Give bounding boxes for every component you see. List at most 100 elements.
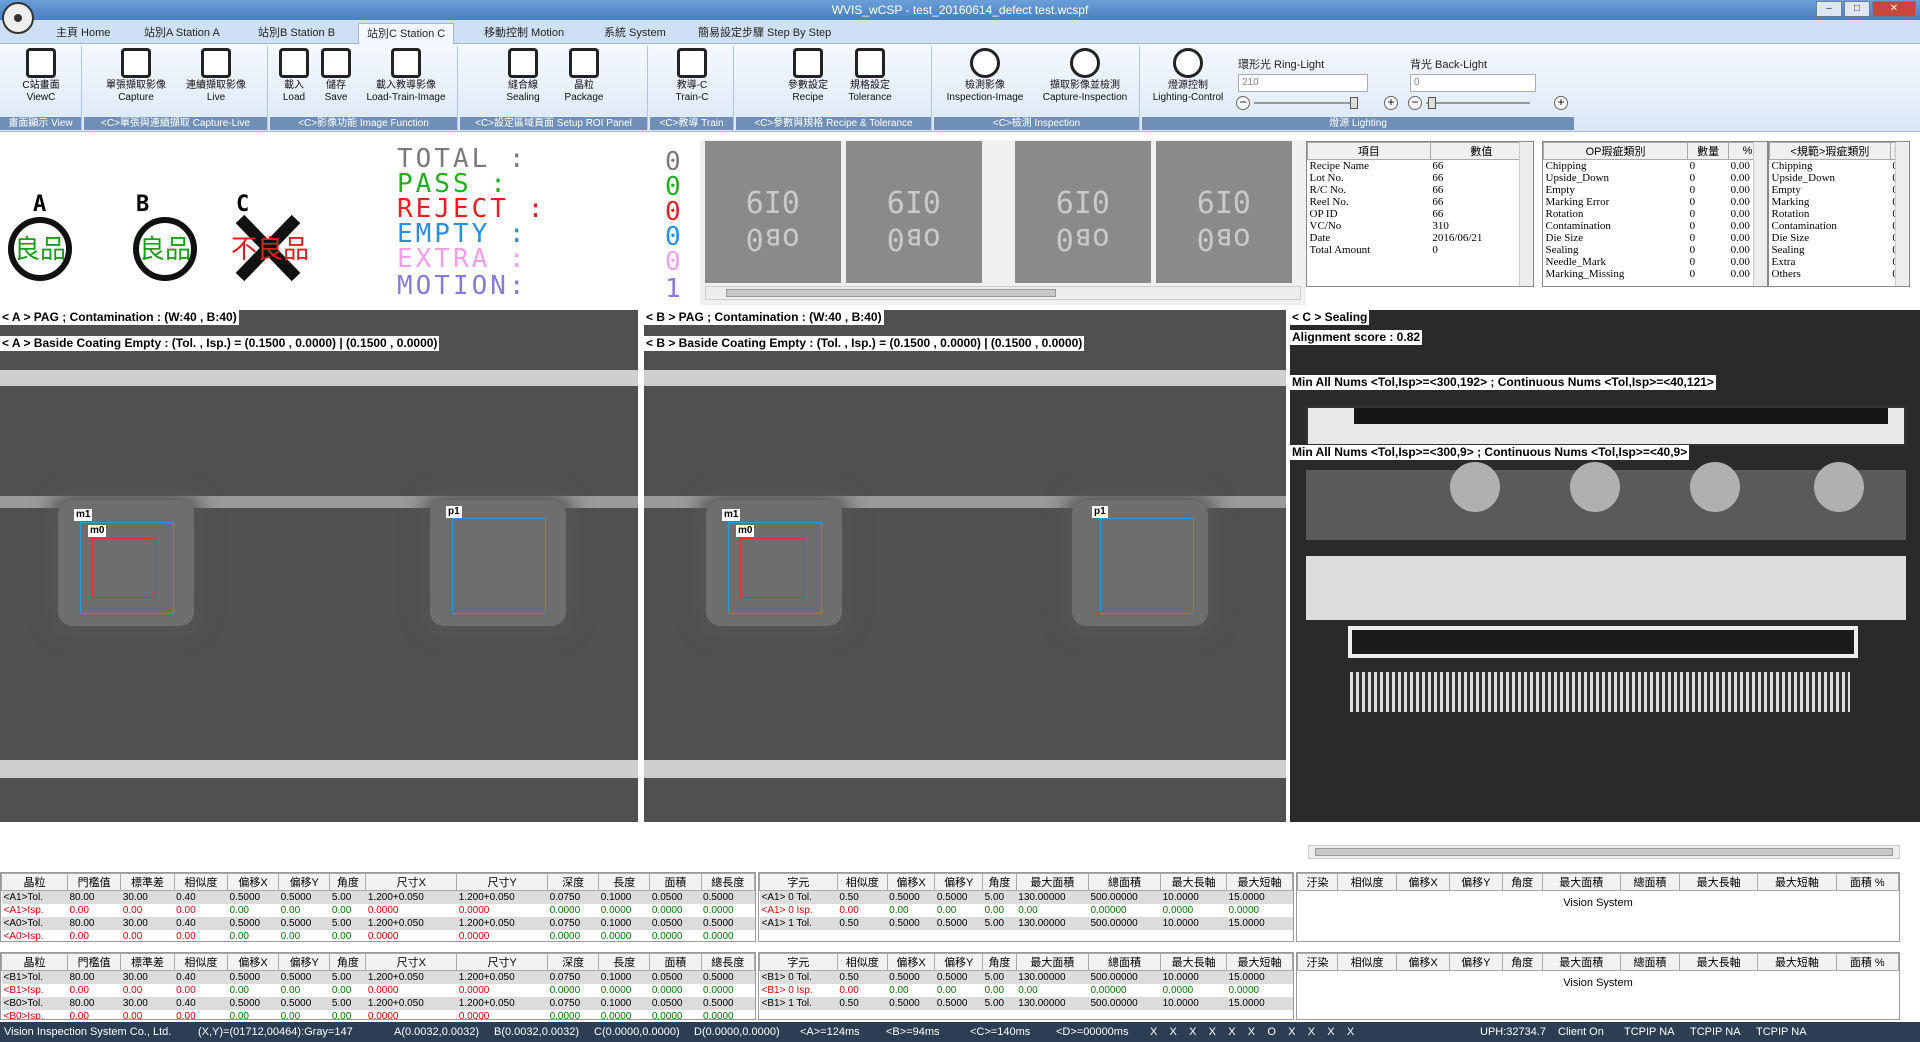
tolerance-button[interactable]: 規格設定 Tolerance — [840, 48, 900, 104]
grid-cell[interactable]: 0.0750 — [547, 890, 599, 904]
grid-cell[interactable]: 10.0000 — [1160, 890, 1227, 904]
grid-cell[interactable]: 5.00 — [329, 970, 366, 984]
tab-station-b[interactable]: 站別B Station B — [250, 23, 343, 44]
grid-cell[interactable]: 0.0000 — [456, 904, 548, 917]
grid-cell[interactable]: 30.00 — [120, 970, 175, 984]
grid-cell[interactable]: 0.0000 — [365, 904, 457, 917]
grid-cell[interactable]: 5.00 — [329, 997, 366, 1010]
column-header[interactable]: 偏移Y — [934, 953, 984, 971]
column-header[interactable]: 相似度 — [836, 873, 888, 891]
grid-cell[interactable]: 0.5000 — [278, 997, 330, 1010]
thumbnail-image[interactable]: ов0 0I9 — [1015, 141, 1151, 283]
column-header[interactable]: 角度 — [982, 873, 1017, 891]
grid-cell[interactable]: 0.50 — [837, 997, 888, 1010]
column-header[interactable]: 面積 — [649, 873, 702, 891]
grid-cell[interactable]: 0.5000 — [701, 890, 755, 904]
grid-cell[interactable]: 0.5000 — [701, 997, 755, 1010]
grid-cell[interactable]: 5.00 — [982, 890, 1017, 904]
grid-cell[interactable]: 0.5000 — [278, 917, 330, 930]
grid-cell[interactable]: 0.00 — [934, 984, 983, 997]
grid-cell[interactable]: 0.00 — [67, 984, 121, 997]
close-icon[interactable]: ✕ — [1872, 1, 1916, 17]
grid-cell[interactable]: 0.0000 — [649, 1010, 702, 1019]
grid-cell[interactable]: 0.0000 — [649, 904, 702, 917]
column-header[interactable]: 偏移Y — [278, 953, 331, 971]
grid-cell[interactable]: 0.0000 — [598, 984, 650, 997]
grid-cell[interactable]: 30.00 — [120, 997, 175, 1010]
grid-cell[interactable]: 0.1000 — [598, 970, 650, 984]
column-header[interactable]: 標準差 — [120, 953, 175, 971]
column-header[interactable]: 最大長軸 — [1160, 873, 1228, 891]
grid-cell[interactable]: 0.0000 — [701, 1010, 755, 1019]
package-button[interactable]: 晶粒 Package — [556, 48, 612, 104]
grid-cell[interactable]: 0.5000 — [934, 917, 983, 930]
grid-cell[interactable]: 0.0000 — [456, 1010, 548, 1019]
grid-cell[interactable]: 0.0000 — [1160, 904, 1227, 917]
ring-light-slider[interactable] — [1254, 102, 1358, 104]
grid-cell[interactable]: 0.0000 — [1226, 904, 1293, 917]
column-header[interactable]: 最大長軸 — [1679, 873, 1759, 891]
grid-cell[interactable]: 0.5000 — [934, 890, 983, 904]
grid-cell[interactable]: 1.200+0.050 — [456, 997, 548, 1010]
grid-cell[interactable]: 0.00 — [837, 984, 888, 997]
column-header[interactable]: 相似度 — [1336, 873, 1398, 891]
column-header[interactable]: 最大短軸 — [1757, 873, 1837, 891]
grid-cell[interactable]: 0.40 — [174, 917, 228, 930]
thumbnail-image[interactable]: ов0 0I9 — [705, 141, 841, 283]
column-header[interactable]: 最大面積 — [1541, 873, 1621, 891]
grid-cell[interactable]: 0.00 — [982, 984, 1017, 997]
grid-cell[interactable]: 0.00 — [174, 984, 228, 997]
grid-cell[interactable]: 0.00 — [934, 904, 983, 917]
column-header[interactable]: 標準差 — [120, 873, 175, 891]
grid-cell[interactable]: 10.0000 — [1160, 917, 1227, 930]
grid-cell[interactable]: <B0>Tol. — [1, 997, 68, 1010]
column-header[interactable]: 總長度 — [700, 873, 755, 891]
column-header[interactable]: 長度 — [598, 873, 651, 891]
grid-cell[interactable]: 0.0000 — [365, 984, 457, 997]
grid-cell[interactable]: <A0>Tol. — [1, 917, 68, 930]
info-scrollbar[interactable] — [1519, 142, 1533, 286]
column-header[interactable]: 角度 — [329, 873, 367, 891]
image-view-a[interactable]: < A > PAG ; Contamination : (W:40 , B:40… — [0, 310, 638, 822]
grid-cell[interactable]: 0.00 — [982, 904, 1017, 917]
grid-cell[interactable]: 0.00 — [67, 904, 121, 917]
grid-cell[interactable]: 30.00 — [120, 890, 175, 904]
grid-cell[interactable]: 0.5000 — [934, 970, 983, 984]
train-c-button[interactable]: 教導-C Train-C — [660, 48, 724, 104]
column-header[interactable]: 最大短軸 — [1226, 953, 1293, 971]
grid-cell[interactable]: 0.00 — [174, 930, 228, 941]
grid-cell[interactable]: 0.5000 — [227, 970, 279, 984]
column-header[interactable]: 最大長軸 — [1679, 953, 1759, 971]
grid-cell[interactable]: 5.00 — [982, 917, 1017, 930]
grid-cell[interactable]: 0.1000 — [598, 890, 650, 904]
column-header[interactable]: 項目 — [1307, 142, 1431, 160]
column-header[interactable]: 偏移Y — [278, 873, 331, 891]
grid-cell[interactable]: 0.0000 — [547, 984, 599, 997]
grid-cell[interactable]: 0.0000 — [547, 930, 599, 941]
grid-cell[interactable]: 0.5000 — [887, 890, 935, 904]
grid-cell[interactable]: 5.00 — [329, 917, 366, 930]
app-reel-icon[interactable] — [2, 2, 34, 34]
grid-cell[interactable]: 0.50 — [837, 970, 888, 984]
column-header[interactable]: 汙染 — [1297, 873, 1338, 891]
column-header[interactable]: 相似度 — [1336, 953, 1398, 971]
ring-light-input[interactable]: 210 — [1238, 74, 1368, 92]
grid-cell[interactable]: 15.0000 — [1226, 997, 1293, 1010]
grid-cell[interactable]: 30.00 — [120, 917, 175, 930]
grid-cell[interactable]: 0.00000 — [1088, 984, 1161, 997]
sys-defect-scrollbar[interactable] — [1895, 142, 1909, 286]
column-header[interactable]: 偏移X — [227, 953, 280, 971]
column-header[interactable]: 面積 % — [1835, 953, 1899, 971]
column-header[interactable]: 最大短軸 — [1757, 953, 1837, 971]
grid-cell[interactable]: 0.0500 — [649, 917, 702, 930]
grid-cell[interactable]: 1.200+0.050 — [456, 917, 548, 930]
grid-cell[interactable]: 0.00 — [174, 904, 228, 917]
grid-cell[interactable]: 500.00000 — [1088, 890, 1161, 904]
grid-cell[interactable]: 0.5000 — [227, 917, 279, 930]
grid-cell[interactable]: 0.0000 — [701, 930, 755, 941]
column-header[interactable]: 面積 — [649, 953, 702, 971]
column-header[interactable]: 角度 — [329, 953, 367, 971]
maximize-icon[interactable]: □ — [1844, 1, 1870, 17]
grid-cell[interactable]: <A1>Isp. — [1, 904, 68, 917]
grid-cell[interactable]: <B0>Isp. — [1, 1010, 68, 1019]
